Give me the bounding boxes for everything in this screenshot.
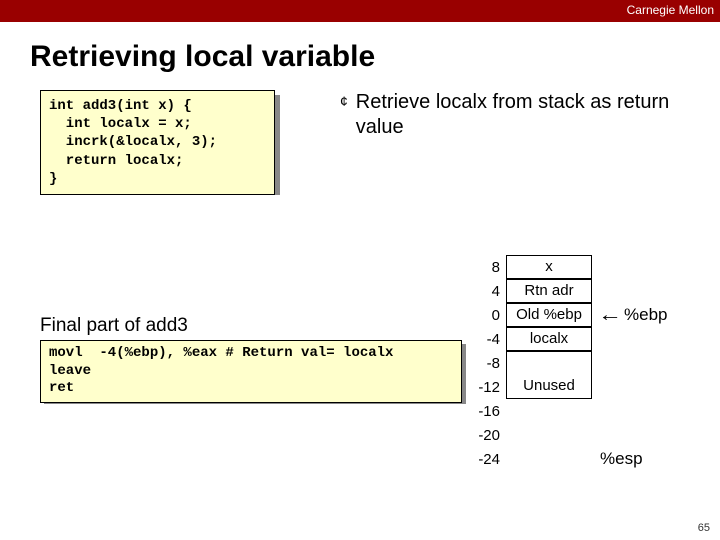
brand-text: Carnegie Mellon bbox=[627, 3, 714, 17]
stack-cell-empty bbox=[506, 399, 592, 423]
page-number: 65 bbox=[698, 522, 710, 534]
stack-cell: Unused bbox=[506, 375, 592, 399]
offset: -24 bbox=[472, 451, 504, 468]
offset: 0 bbox=[472, 307, 504, 324]
offset: -16 bbox=[472, 403, 504, 420]
c-code-box: int add3(int x) { int localx = x; incrk(… bbox=[40, 90, 275, 195]
esp-pointer: %esp bbox=[600, 449, 643, 469]
stack-cell-empty bbox=[506, 447, 592, 471]
offset: -8 bbox=[472, 355, 504, 372]
offset: -12 bbox=[472, 379, 504, 396]
stack-cell: Rtn adr bbox=[506, 279, 592, 303]
subheading: Final part of add3 bbox=[40, 315, 188, 337]
bullet-icon: ¢ bbox=[340, 93, 348, 140]
bullet-text: Retrieve localx from stack as return val… bbox=[356, 90, 720, 140]
offset: -20 bbox=[472, 427, 504, 444]
stack-cell: Old %ebp bbox=[506, 303, 592, 327]
stack-cell bbox=[506, 351, 592, 375]
stack-diagram: 8 x 4 Rtn adr 0 Old %ebp ← %ebp -4 local… bbox=[472, 255, 667, 471]
ptr-label: %ebp bbox=[624, 305, 667, 325]
stack-cell-empty bbox=[506, 423, 592, 447]
offset: 8 bbox=[472, 259, 504, 276]
asm-code-box: movl -4(%ebp), %eax # Return val= localx… bbox=[40, 340, 462, 403]
arrow-left-icon: ← bbox=[598, 304, 622, 327]
stack-cell: localx bbox=[506, 327, 592, 351]
asm-code: movl -4(%ebp), %eax # Return val= localx… bbox=[40, 340, 462, 403]
ptr-label: %esp bbox=[600, 449, 643, 469]
offset: 4 bbox=[472, 283, 504, 300]
stack-cell: x bbox=[506, 255, 592, 279]
brand-bar: Carnegie Mellon bbox=[0, 0, 720, 22]
ebp-pointer: ← %ebp bbox=[600, 304, 667, 327]
slide-title: Retrieving local variable bbox=[30, 40, 720, 74]
c-code: int add3(int x) { int localx = x; incrk(… bbox=[40, 90, 275, 195]
offset: -4 bbox=[472, 331, 504, 348]
bullet-block: ¢ Retrieve localx from stack as return v… bbox=[340, 90, 720, 140]
